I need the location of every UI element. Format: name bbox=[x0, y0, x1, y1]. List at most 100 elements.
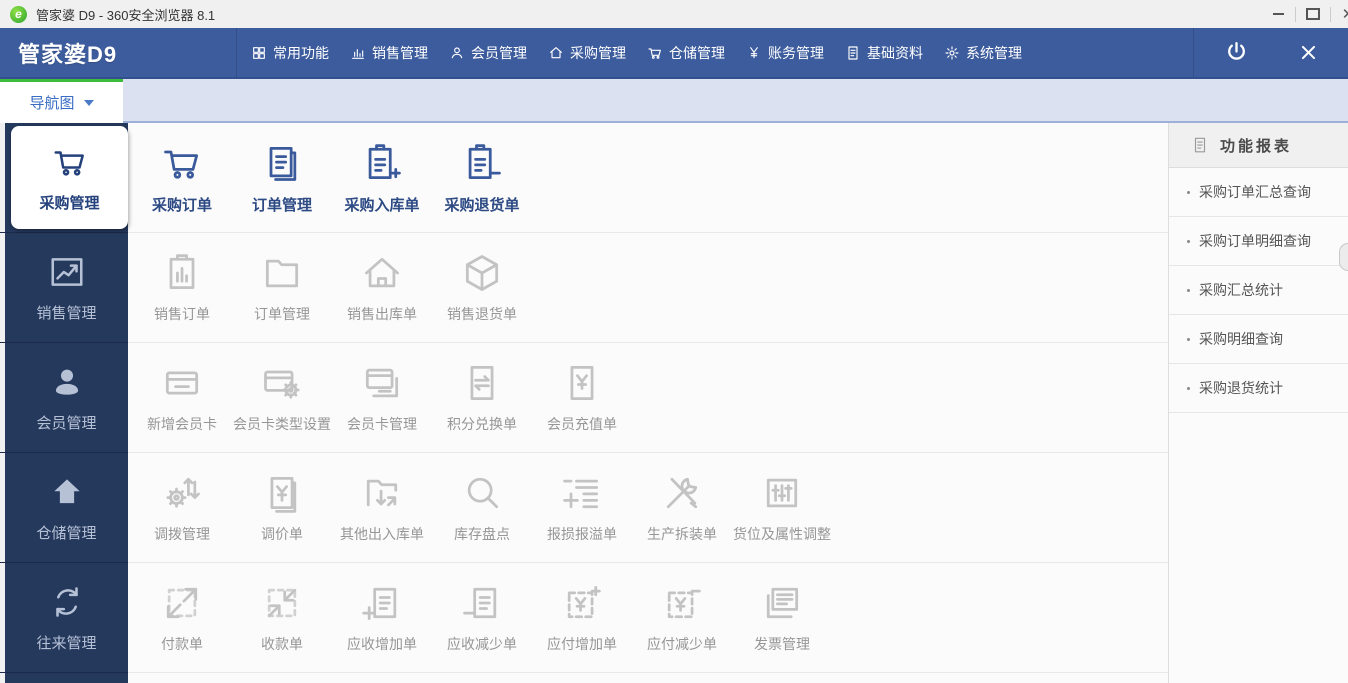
function-card-card[interactable]: 新增会员卡 bbox=[132, 361, 232, 434]
report-link-label: 采购汇总统计 bbox=[1199, 280, 1283, 300]
card-icon bbox=[160, 361, 204, 405]
report-link[interactable]: 采购明细查询 bbox=[1169, 315, 1348, 364]
close-window-button[interactable]: ✕ bbox=[1331, 0, 1348, 28]
cart-icon bbox=[51, 143, 89, 181]
report-link[interactable]: 采购订单明细查询 bbox=[1169, 217, 1348, 266]
folder-icon bbox=[260, 251, 304, 295]
bullet-dot bbox=[1187, 191, 1190, 194]
minimize-icon bbox=[1273, 13, 1284, 15]
close-app-button[interactable] bbox=[1299, 43, 1318, 62]
function-card-label: 应付减少单 bbox=[647, 634, 717, 654]
sidebar-item-cart[interactable]: 采购管理 bbox=[0, 123, 128, 233]
function-card-doc-plus[interactable]: 应收增加单 bbox=[332, 581, 432, 654]
report-panel: 功能报表 采购订单汇总查询采购订单明细查询采购汇总统计采购明细查询采购退货统计 bbox=[1168, 123, 1348, 683]
function-card-label: 会员卡管理 bbox=[347, 414, 417, 434]
app-navbar: 管家婆D9 常用功能销售管理会员管理采购管理仓储管理账务管理基础资料系统管理 bbox=[0, 28, 1348, 77]
function-card-receipt-swap[interactable]: 积分兑换单 bbox=[432, 361, 532, 434]
function-card-arrows-in[interactable]: 收款单 bbox=[232, 581, 332, 654]
report-link-label: 采购明细查询 bbox=[1199, 329, 1283, 349]
maximize-button[interactable] bbox=[1296, 0, 1330, 28]
doc-pages-icon bbox=[260, 141, 304, 185]
sidebar-item-refresh[interactable]: 往来管理 bbox=[0, 563, 128, 673]
function-card-folder[interactable]: 订单管理 bbox=[232, 251, 332, 324]
content-area: 采购管理销售管理会员管理仓储管理往来管理 采购订单订单管理采购入库单采购退货单销… bbox=[0, 123, 1348, 683]
clipboard-minus-icon bbox=[460, 141, 504, 185]
function-card-cards[interactable]: 会员卡管理 bbox=[332, 361, 432, 434]
sidebar-item-label: 销售管理 bbox=[36, 302, 96, 323]
arrows-in-icon bbox=[260, 581, 304, 625]
nav-item-gear[interactable]: 系统管理 bbox=[942, 39, 1024, 67]
function-card-clipboard-chart[interactable]: 销售订单 bbox=[132, 251, 232, 324]
bullet-dot bbox=[1187, 387, 1190, 390]
function-card-label: 销售订单 bbox=[154, 304, 210, 324]
function-card-label: 销售退货单 bbox=[447, 304, 517, 324]
sidebar-item-label: 采购管理 bbox=[39, 192, 99, 213]
minimize-button[interactable] bbox=[1261, 0, 1295, 28]
function-card-cart[interactable]: 采购订单 bbox=[132, 141, 232, 215]
function-card-label: 货位及属性调整 bbox=[733, 524, 831, 544]
function-card-magnifier[interactable]: 库存盘点 bbox=[432, 471, 532, 544]
nav-item-label: 常用功能 bbox=[273, 43, 329, 63]
logout-button[interactable] bbox=[1224, 40, 1249, 65]
report-link[interactable]: 采购退货统计 bbox=[1169, 364, 1348, 413]
browser-logo-icon: e bbox=[10, 6, 27, 23]
sidebar-item-person[interactable]: 会员管理 bbox=[0, 343, 128, 453]
grid-icon bbox=[251, 45, 267, 61]
tab-navigation-map[interactable]: 导航图 bbox=[0, 79, 123, 123]
function-card-doc-minus[interactable]: 应收减少单 bbox=[432, 581, 532, 654]
nav-item-grid[interactable]: 常用功能 bbox=[249, 39, 331, 67]
nav-item-barchart[interactable]: 销售管理 bbox=[348, 39, 430, 67]
function-card-receipt-yen[interactable]: 会员充值单 bbox=[532, 361, 632, 434]
tab-label: 导航图 bbox=[29, 92, 74, 113]
function-card-house[interactable]: 销售出库单 bbox=[332, 251, 432, 324]
close-icon: ✕ bbox=[1342, 5, 1348, 23]
function-card-label: 调拨管理 bbox=[154, 524, 210, 544]
function-card-label: 应收减少单 bbox=[447, 634, 517, 654]
sidebar-item-chart-growth[interactable]: 销售管理 bbox=[0, 233, 128, 343]
nav-item-cart[interactable]: 仓储管理 bbox=[645, 39, 727, 67]
yen-icon bbox=[746, 45, 762, 61]
nav-item-home[interactable]: 采购管理 bbox=[546, 39, 628, 67]
nav-item-document[interactable]: 基础资料 bbox=[843, 39, 925, 67]
report-link[interactable]: 采购订单汇总查询 bbox=[1169, 168, 1348, 217]
clipboard-chart-icon bbox=[160, 251, 204, 295]
person-icon bbox=[449, 45, 465, 61]
function-card-doc-adjust[interactable]: 报损报溢单 bbox=[532, 471, 632, 544]
panel-collapse-handle[interactable] bbox=[1339, 243, 1348, 271]
bullet-dot bbox=[1187, 289, 1190, 292]
function-card-doc-yen[interactable]: 调价单 bbox=[232, 471, 332, 544]
function-card-cube[interactable]: 销售退货单 bbox=[432, 251, 532, 324]
yenbox-plus-icon bbox=[560, 581, 604, 625]
nav-item-person[interactable]: 会员管理 bbox=[447, 39, 529, 67]
power-icon bbox=[1224, 40, 1249, 65]
function-card-card-gear[interactable]: 会员卡类型设置 bbox=[232, 361, 332, 434]
house-icon bbox=[360, 251, 404, 295]
function-card-doc-pages[interactable]: 订单管理 bbox=[232, 141, 332, 215]
function-card-invoice-stack[interactable]: 发票管理 bbox=[732, 581, 832, 654]
function-card-yenbox-plus[interactable]: 应付增加单 bbox=[532, 581, 632, 654]
function-card-label: 收款单 bbox=[261, 634, 303, 654]
refresh-icon bbox=[48, 583, 86, 621]
report-link[interactable]: 采购汇总统计 bbox=[1169, 266, 1348, 315]
function-card-label: 销售出库单 bbox=[347, 304, 417, 324]
function-card-folder-arrows[interactable]: 其他出入库单 bbox=[332, 471, 432, 544]
doc-minus-icon bbox=[460, 581, 504, 625]
function-card-gear-arrows[interactable]: 调拨管理 bbox=[132, 471, 232, 544]
function-card-yenbox-minus[interactable]: 应付减少单 bbox=[632, 581, 732, 654]
arrows-out-icon bbox=[160, 581, 204, 625]
function-card-clipboard-plus[interactable]: 采购入库单 bbox=[332, 141, 432, 215]
nav-item-yen[interactable]: 账务管理 bbox=[744, 39, 826, 67]
function-card-tools[interactable]: 生产拆装单 bbox=[632, 471, 732, 544]
cart-icon bbox=[160, 141, 204, 185]
function-card-arrows-out[interactable]: 付款单 bbox=[132, 581, 232, 654]
sidebar-item-warehouse[interactable]: 仓储管理 bbox=[0, 453, 128, 563]
function-card-label: 采购订单 bbox=[152, 194, 212, 215]
function-card-clipboard-minus[interactable]: 采购退货单 bbox=[432, 141, 532, 215]
function-card-label: 订单管理 bbox=[252, 194, 312, 215]
document-icon bbox=[845, 45, 861, 61]
function-card-sliders[interactable]: 货位及属性调整 bbox=[732, 471, 832, 544]
cube-icon bbox=[460, 251, 504, 295]
warehouse-icon bbox=[48, 473, 86, 511]
close-icon bbox=[1299, 43, 1318, 62]
nav-item-label: 销售管理 bbox=[372, 43, 428, 63]
